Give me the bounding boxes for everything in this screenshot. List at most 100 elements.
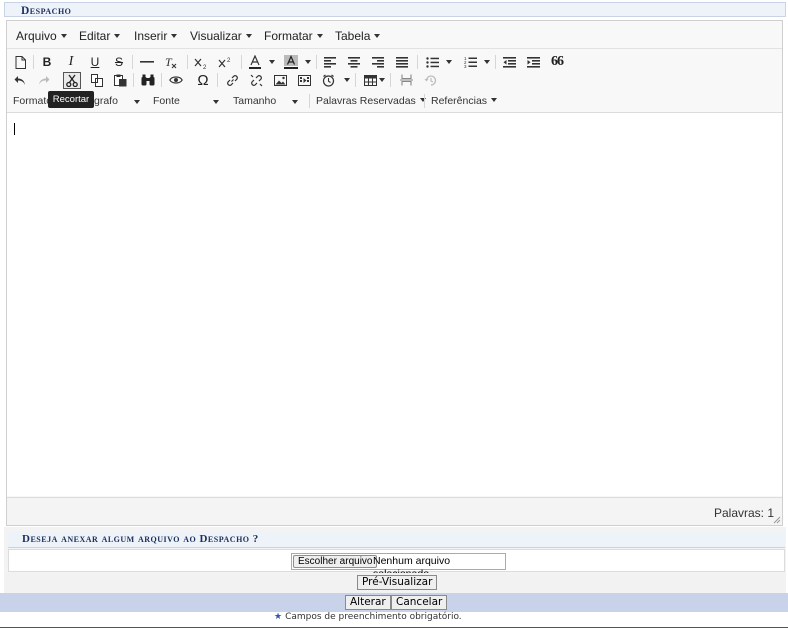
italic-button[interactable]: I (63, 54, 79, 70)
media-icon[interactable] (296, 72, 312, 88)
undo-icon[interactable] (12, 72, 28, 88)
page-break-icon[interactable] (398, 72, 414, 88)
toolbar-separator (187, 55, 188, 69)
attachment-panel: Deseja anexar algum arquivo ao Despacho … (4, 527, 786, 580)
restore-draft-icon[interactable] (422, 72, 438, 88)
required-fields-note: ★ Campos de preenchimento obrigatório. (274, 612, 462, 622)
paste-icon[interactable] (112, 72, 128, 88)
resize-handle-icon[interactable] (773, 516, 781, 524)
chevron-down-icon (316, 34, 323, 38)
subscript-icon[interactable]: 2 (193, 54, 209, 70)
background-color-icon[interactable] (283, 54, 299, 70)
chevron-down-icon[interactable] (446, 60, 452, 64)
cancel-button[interactable]: Cancelar (391, 595, 448, 610)
preview-button[interactable]: Pré-Visualizar (357, 575, 438, 590)
chevron-down-icon[interactable] (269, 60, 275, 64)
attachment-title: Deseja anexar algum arquivo ao Despacho … (22, 533, 259, 545)
format-select-label: Formato (13, 95, 53, 107)
new-document-icon[interactable] (12, 54, 28, 70)
required-note-text: Campos de preenchimento obrigatório. (285, 612, 462, 622)
references-label: Referências (431, 95, 488, 107)
toolbar-separator (424, 94, 425, 108)
outdent-icon[interactable] (501, 54, 517, 70)
menu-tabela[interactable]: Tabela (335, 29, 381, 43)
bold-button[interactable]: B (39, 54, 55, 70)
choose-file-button[interactable]: Escolher arquivo (293, 555, 378, 568)
chevron-down-icon (245, 34, 252, 38)
preview-eye-icon[interactable] (168, 72, 184, 88)
chevron-down-icon[interactable] (213, 100, 219, 104)
toolbar-separator (33, 55, 34, 69)
underline-button[interactable]: U (87, 54, 103, 70)
special-character-icon[interactable]: Ω (195, 72, 211, 88)
action-bar: Alterar Cancelar (0, 593, 788, 612)
file-input[interactable]: Escolher arquivo Nenhum arquivo selecion… (291, 553, 506, 580)
reserved-words-label: Palavras Reservadas (316, 95, 416, 107)
editor-content-area[interactable] (7, 112, 782, 496)
menu-editar-label: Editar (79, 29, 111, 43)
word-count: Palavras: 1 (713, 506, 774, 520)
cut-icon[interactable] (63, 72, 81, 89)
attachment-row: Escolher arquivo Nenhum arquivo selecion… (8, 549, 785, 580)
menu-editar[interactable]: Editar (79, 29, 121, 43)
toolbar-separator (309, 94, 310, 108)
chevron-down-icon[interactable] (292, 100, 298, 104)
menu-visualizar[interactable]: Visualizar (190, 29, 252, 43)
menu-arquivo[interactable]: Arquivo (16, 29, 67, 43)
section-header: Despacho (4, 2, 786, 17)
find-replace-icon[interactable] (140, 72, 156, 88)
clear-formatting-icon[interactable]: T (163, 54, 179, 70)
format-select[interactable]: Formato (13, 95, 52, 107)
unlink-icon[interactable] (248, 72, 264, 88)
align-justify-icon[interactable] (394, 54, 410, 70)
align-left-icon[interactable] (322, 54, 338, 70)
cut-tooltip: Recortar (48, 91, 94, 108)
preview-row: Pré-Visualizar (4, 573, 786, 593)
svg-text:2: 2 (203, 65, 207, 69)
svg-text:T: T (165, 56, 173, 69)
size-select[interactable]: Tamanho (233, 95, 276, 107)
blockquote-icon[interactable]: 66 (549, 54, 565, 70)
page: Despacho Arquivo Editar Inserir Visualiz… (0, 0, 788, 629)
chevron-down-icon (491, 98, 498, 102)
chevron-down-icon[interactable] (305, 60, 311, 64)
reserved-words-menu[interactable]: Palavras Reservadas (316, 95, 426, 107)
bullet-list-icon[interactable] (424, 54, 440, 70)
align-center-icon[interactable] (346, 54, 362, 70)
chevron-down-icon[interactable] (344, 78, 350, 82)
chevron-down-icon (374, 34, 381, 38)
rich-text-editor: Arquivo Editar Inserir Visualizar Format… (6, 20, 783, 526)
superscript-icon[interactable]: 2 (217, 54, 233, 70)
references-menu[interactable]: Referências (431, 95, 498, 107)
toolbar-separator (390, 73, 391, 87)
text-cursor (14, 123, 15, 135)
horizontal-line-icon[interactable] (139, 54, 155, 70)
menu-inserir[interactable]: Inserir (134, 29, 178, 43)
toolbar-separator (132, 55, 133, 69)
toolbar-separator (161, 73, 162, 87)
strikethrough-button[interactable]: S (111, 54, 127, 70)
toolbar-separator (495, 55, 496, 69)
menu-inserir-label: Inserir (134, 29, 168, 43)
paragraph-select-label: grafo (94, 95, 118, 107)
chevron-down-icon[interactable] (484, 60, 490, 64)
indent-icon[interactable] (525, 54, 541, 70)
image-icon[interactable] (272, 72, 288, 88)
toolbar-separator (355, 73, 356, 87)
font-select[interactable]: Fonte (153, 95, 180, 107)
clock-icon[interactable] (320, 72, 336, 88)
paragraph-select[interactable]: grafo (94, 95, 118, 107)
alter-button[interactable]: Alterar (345, 595, 391, 610)
copy-icon[interactable] (89, 72, 105, 88)
toolbar-separator (417, 55, 418, 69)
link-icon[interactable] (224, 72, 240, 88)
align-right-icon[interactable] (370, 54, 386, 70)
chevron-down-icon[interactable] (134, 100, 140, 104)
text-color-icon[interactable] (247, 54, 263, 70)
menu-formatar[interactable]: Formatar (264, 29, 323, 43)
numbered-list-icon[interactable]: 123 (462, 54, 478, 70)
section-title: Despacho (21, 5, 72, 17)
chevron-down-icon[interactable] (379, 78, 385, 82)
table-icon[interactable] (362, 72, 378, 88)
redo-icon[interactable] (36, 72, 52, 88)
